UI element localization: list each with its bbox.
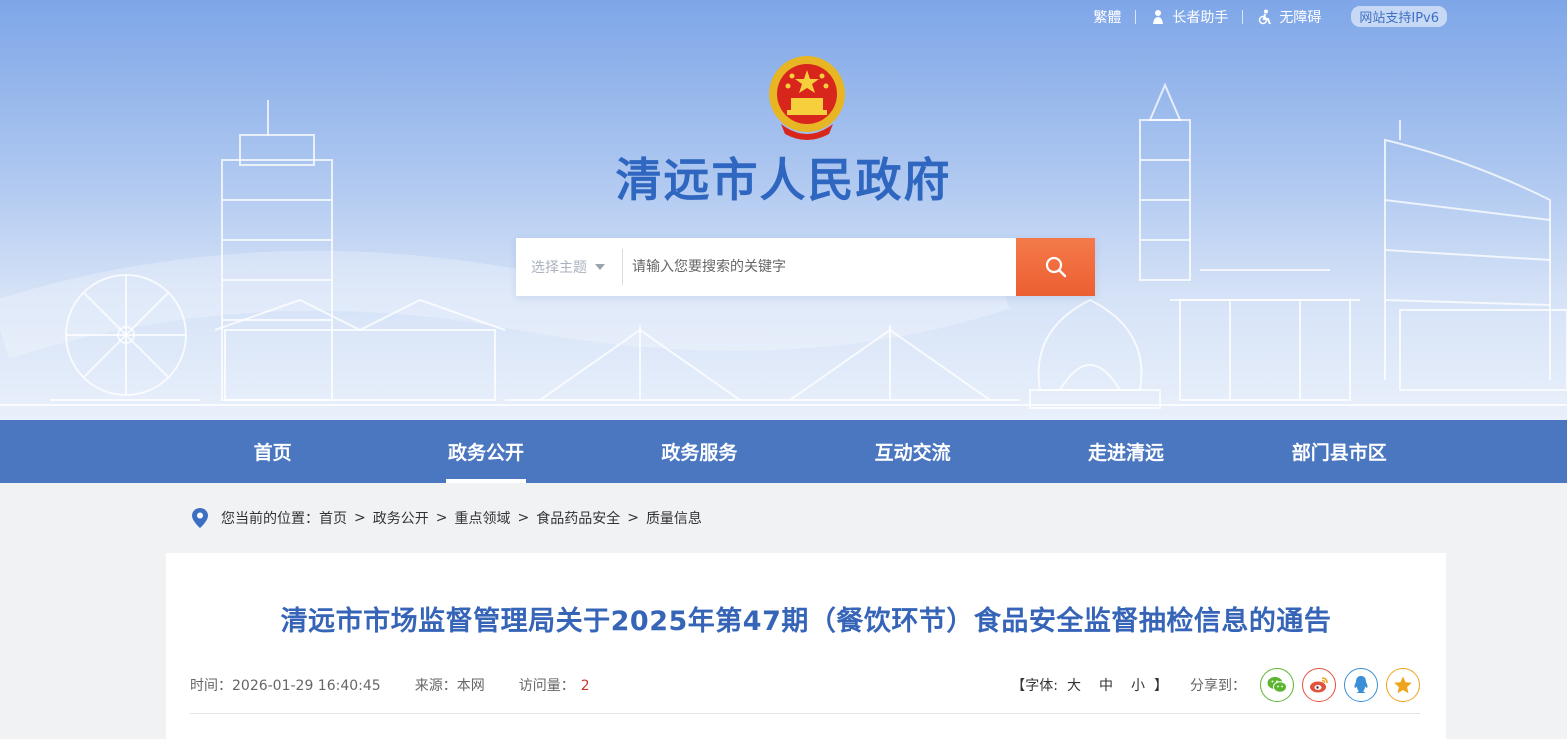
source: 来源：本网: [415, 675, 485, 695]
share-wechat-button[interactable]: [1260, 668, 1294, 702]
source-value: 本网: [456, 678, 485, 694]
publish-time: 时间：2026-01-29 16:40:45: [190, 675, 381, 695]
share-favorite-button[interactable]: [1386, 668, 1420, 702]
weibo-icon: [1310, 677, 1328, 693]
top-links: 繁體 长者助手 无障碍 网站支持IPv6: [1079, 6, 1447, 27]
article-meta: 时间：2026-01-29 16:40:45 来源：本网 访问量： 2: [190, 675, 624, 695]
national-emblem-icon: [769, 56, 845, 140]
breadcrumb-quality-info[interactable]: 质量信息: [646, 508, 702, 528]
traditional-chinese-link[interactable]: 繁體: [1079, 7, 1135, 27]
share-weibo-button[interactable]: [1302, 668, 1336, 702]
wechat-icon: [1267, 677, 1287, 693]
font-size-medium[interactable]: 中: [1099, 675, 1113, 695]
font-size-close: 】: [1154, 678, 1168, 694]
breadcrumb-separator: >: [435, 510, 448, 526]
time-value: 2026-01-29 16:40:45: [232, 678, 381, 694]
elder-label: 长者助手: [1172, 9, 1229, 26]
accessibility-icon: [1259, 9, 1272, 24]
breadcrumb-key-areas[interactable]: 重点领域: [454, 508, 510, 528]
breadcrumb-separator: >: [354, 510, 366, 526]
search-button[interactable]: [1016, 238, 1095, 296]
elder-assistant-link[interactable]: 长者助手: [1136, 7, 1242, 27]
breadcrumb-separator: >: [627, 510, 639, 526]
font-size-label: 【字体:: [1011, 678, 1058, 694]
search-bar: 选择主题: [516, 238, 1095, 296]
nav-item-departments[interactable]: 部门县市区: [1233, 420, 1446, 483]
topic-select[interactable]: 选择主题: [516, 238, 622, 296]
ipv6-badge: 网站支持IPv6: [1351, 6, 1447, 27]
nav-item-government-affairs[interactable]: 政务公开: [379, 420, 592, 483]
breadcrumb: 您当前的位置： 首页 > 政务公开 > 重点领域 > 食品药品安全 > 质量信息: [192, 508, 702, 528]
favorite-icon: [1394, 676, 1412, 694]
breadcrumb-home[interactable]: 首页: [319, 508, 347, 528]
site-title: 清远市人民政府: [615, 153, 952, 207]
search-icon: [1045, 256, 1066, 278]
breadcrumb-separator: >: [517, 510, 530, 526]
accessibility-link[interactable]: 无障碍: [1243, 7, 1335, 27]
breadcrumb-food-drug-safety[interactable]: 食品药品安全: [536, 508, 620, 528]
nav-item-about-qingyuan[interactable]: 走进清远: [1019, 420, 1232, 483]
share-label: 分享到：: [1190, 678, 1246, 694]
hits-value: 2: [580, 678, 590, 694]
accessibility-label: 无障碍: [1279, 9, 1322, 26]
location-pin-icon: [192, 508, 208, 528]
nav-item-home[interactable]: 首页: [166, 420, 379, 483]
divider: [190, 713, 1420, 714]
font-size-small[interactable]: 小: [1131, 675, 1145, 695]
elder-icon: [1153, 9, 1164, 24]
main-nav: 首页 政务公开 政务服务 互动交流 走进清远 部门县市区: [0, 420, 1567, 483]
topic-select-label: 选择主题: [531, 260, 587, 276]
nav-item-services[interactable]: 政务服务: [593, 420, 806, 483]
nav-item-interaction[interactable]: 互动交流: [806, 420, 1019, 483]
article-title: 清远市市场监督管理局关于2025年第47期（餐饮环节）食品安全监督抽检信息的通告: [280, 606, 1332, 637]
search-input[interactable]: [623, 238, 1016, 296]
article-card: 清远市市场监督管理局关于2025年第47期（餐饮环节）食品安全监督抽检信息的通告…: [166, 553, 1446, 739]
breadcrumb-prefix: 您当前的位置：: [221, 511, 319, 527]
hit-count: 访问量： 2: [519, 675, 590, 695]
breadcrumb-government-affairs[interactable]: 政务公开: [373, 508, 429, 528]
traditional-label: 繁體: [1093, 9, 1122, 26]
time-label: 时间：: [190, 678, 232, 694]
article-tools: 【字体: 大 中 小 】 分享到：: [1011, 668, 1420, 702]
font-size-large[interactable]: 大: [1067, 675, 1081, 695]
qq-icon: [1354, 676, 1368, 693]
header-banner: 繁體 长者助手 无障碍 网站支持IPv6 清远市人民政府 选择主题: [0, 0, 1567, 420]
chevron-down-icon: [595, 264, 605, 270]
hits-label: 访问量：: [518, 678, 575, 694]
source-label: 来源：: [414, 678, 457, 694]
share-qq-button[interactable]: [1344, 668, 1378, 702]
